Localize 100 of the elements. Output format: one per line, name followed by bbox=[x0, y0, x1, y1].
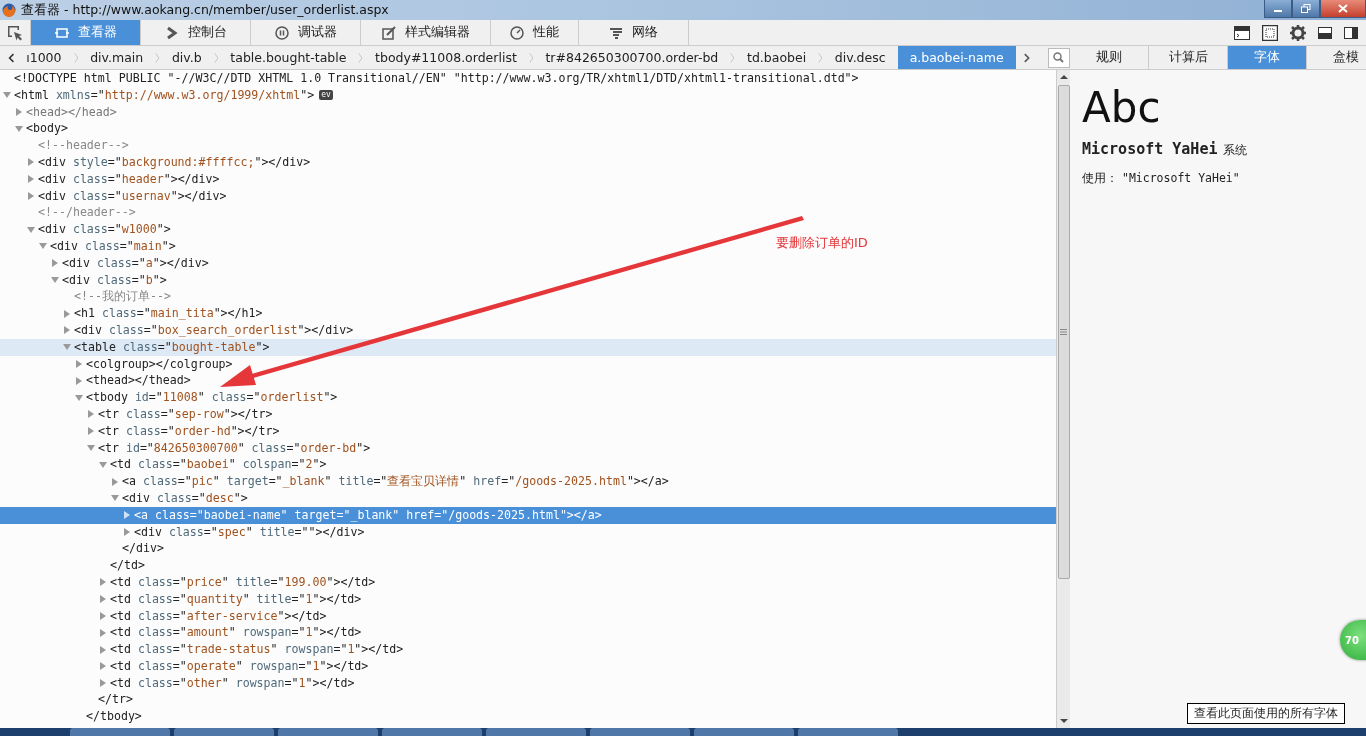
collapsed-arrow-icon[interactable] bbox=[99, 628, 107, 637]
markup-line[interactable]: <thead></thead> bbox=[86, 372, 191, 390]
separator-icon bbox=[818, 50, 823, 65]
collapsed-arrow-icon[interactable] bbox=[27, 175, 35, 184]
breadcrumb-item[interactable]: div.b bbox=[167, 46, 206, 69]
collapsed-arrow-icon[interactable] bbox=[99, 662, 107, 671]
collapsed-arrow-icon[interactable] bbox=[63, 326, 71, 335]
markup-line[interactable]: <html xmlns="http://www.w3.org/1999/xhtml"> bbox=[14, 86, 315, 104]
markup-line[interactable]: <tr class="order-hd"></tr> bbox=[98, 422, 280, 440]
chevron-icon bbox=[164, 25, 179, 40]
markup-line[interactable]: <tr class="sep-row"></tr> bbox=[98, 405, 273, 423]
breadcrumb-item[interactable]: div.desc bbox=[830, 46, 890, 69]
markup-line[interactable]: <table class="bought-table"> bbox=[74, 338, 270, 356]
collapsed-arrow-icon[interactable] bbox=[27, 192, 35, 201]
dock-side-icon[interactable] bbox=[1344, 26, 1358, 39]
markup-line[interactable]: <div class="b"> bbox=[62, 271, 167, 289]
collapsed-arrow-icon[interactable] bbox=[27, 158, 35, 167]
breadcrumb-item[interactable]: div.main bbox=[86, 46, 148, 69]
expanded-arrow-icon[interactable] bbox=[15, 124, 23, 133]
collapsed-arrow-icon[interactable] bbox=[111, 477, 119, 486]
frame-select-icon[interactable] bbox=[1262, 24, 1278, 41]
markup-line[interactable]: </div> bbox=[122, 540, 164, 558]
collapsed-arrow-icon[interactable] bbox=[99, 595, 107, 604]
minimize-button[interactable] bbox=[1264, 0, 1292, 18]
breadcrumb-item[interactable]: tr#842650300700.order-bd bbox=[541, 46, 723, 69]
scrollbar-thumb[interactable] bbox=[1057, 85, 1070, 579]
scroll-left-icon[interactable] bbox=[8, 51, 15, 64]
expanded-arrow-icon[interactable] bbox=[99, 460, 107, 469]
event-badge[interactable]: ev bbox=[319, 90, 333, 101]
collapsed-arrow-icon[interactable] bbox=[99, 578, 107, 587]
breadcrumb-item[interactable]: td.baobei bbox=[743, 46, 811, 69]
markup-line[interactable]: <colgroup></colgroup> bbox=[86, 355, 233, 373]
markup-line[interactable]: <td class="amount" rowspan="1"></td> bbox=[110, 624, 362, 642]
collapsed-arrow-icon[interactable] bbox=[87, 410, 95, 419]
markup-line[interactable]: <td class="price" title="199.00"></td> bbox=[110, 573, 376, 591]
dock-bottom-icon[interactable] bbox=[1318, 26, 1332, 39]
expanded-arrow-icon[interactable] bbox=[87, 444, 95, 453]
collapsed-arrow-icon[interactable] bbox=[63, 309, 71, 318]
markup-line[interactable]: <h1 class="main_tita"></h1> bbox=[74, 305, 263, 322]
markup-line[interactable]: <body> bbox=[26, 120, 68, 138]
markup-line[interactable]: <td class="trade-status" rowspan="1"></td> bbox=[110, 641, 404, 658]
collapsed-arrow-icon[interactable] bbox=[99, 645, 107, 654]
expanded-arrow-icon[interactable] bbox=[3, 91, 11, 100]
markup-line[interactable]: <div class="main"> bbox=[50, 237, 176, 255]
markup-line[interactable]: <div class="w1000"> bbox=[38, 221, 171, 238]
expanded-arrow-icon[interactable] bbox=[39, 242, 47, 251]
markup-line[interactable]: <td class="other" rowspan="1"></td> bbox=[110, 674, 355, 692]
expanded-arrow-icon[interactable] bbox=[27, 225, 35, 234]
markup-line[interactable]: <tbody id="11008" class="orderlist"> bbox=[86, 389, 338, 406]
markup-line[interactable]: <!--header--> bbox=[38, 137, 129, 154]
collapsed-arrow-icon[interactable] bbox=[51, 259, 59, 268]
expanded-arrow-icon[interactable] bbox=[63, 343, 71, 352]
scrollbar[interactable] bbox=[1056, 70, 1070, 728]
markup-line[interactable]: <div class="usernav"></div> bbox=[38, 187, 227, 205]
markup-line[interactable]: <!DOCTYPE html PUBLIC "-//W3C//DTD XHTML 1.0 Transitional//EN" "http://www.w3.org/TR/xhtml1/DTD/xhtml1-transitional.dtd"> bbox=[14, 70, 859, 87]
markup-line[interactable]: <div class="box_search_orderlist"></div> bbox=[74, 321, 354, 339]
console-window-icon[interactable] bbox=[1234, 25, 1250, 40]
collapsed-arrow-icon[interactable] bbox=[123, 511, 131, 520]
expanded-arrow-icon[interactable] bbox=[51, 276, 59, 285]
search-button[interactable] bbox=[1047, 47, 1070, 68]
collapsed-arrow-icon[interactable] bbox=[123, 528, 131, 536]
collapsed-arrow-icon[interactable] bbox=[75, 376, 83, 385]
markup-line[interactable]: <head></head> bbox=[26, 103, 117, 121]
separator-icon bbox=[155, 50, 160, 65]
breadcrumb-item[interactable]: ı1000 bbox=[22, 46, 66, 69]
markup-line[interactable]: <td class="baobei" colspan="2"> bbox=[110, 456, 327, 474]
settings-icon[interactable] bbox=[1290, 24, 1306, 41]
markup-line[interactable]: <div class="spec" title=""></div> bbox=[134, 523, 365, 541]
collapsed-arrow-icon[interactable] bbox=[75, 360, 83, 369]
collapsed-arrow-icon[interactable] bbox=[15, 108, 23, 117]
markup-line[interactable]: <div class="a"></div> bbox=[62, 254, 209, 272]
close-button[interactable] bbox=[1320, 0, 1366, 18]
collapsed-arrow-icon[interactable] bbox=[99, 612, 107, 620]
markup-line[interactable]: <!--我的订单--> bbox=[74, 288, 171, 306]
scroll-down-icon[interactable] bbox=[1059, 719, 1068, 724]
markup-line[interactable]: <div class="desc"> bbox=[122, 489, 248, 507]
scroll-right-icon[interactable] bbox=[1023, 51, 1030, 64]
expanded-arrow-icon[interactable] bbox=[111, 494, 119, 503]
scroll-up-icon[interactable] bbox=[1059, 74, 1068, 79]
markup-line[interactable]: <!--/header--> bbox=[38, 204, 136, 222]
collapsed-arrow-icon[interactable] bbox=[99, 679, 107, 688]
collapsed-arrow-icon[interactable] bbox=[87, 427, 95, 436]
markup-line[interactable]: <tr id="842650300700" class="order-bd"> bbox=[98, 439, 371, 457]
markup-line[interactable]: <div class="header"></div> bbox=[38, 170, 220, 188]
breadcrumb-item[interactable]: table.bought-table bbox=[226, 46, 351, 69]
markup-line[interactable]: <a class="pic" target="_blank" title="查看宝贝详情" href="/goods-2025.html"></a> bbox=[122, 473, 669, 490]
breadcrumb-item[interactable]: tbody#11008.orderlist bbox=[371, 46, 521, 69]
markup-line[interactable]: <td class="operate" rowspan="1"></td> bbox=[110, 657, 369, 675]
close-icon bbox=[1338, 4, 1348, 13]
markup-line[interactable]: <td class="after-service"></td> bbox=[110, 607, 327, 625]
tooltip: 查看此页面使用的所有字体 bbox=[1187, 703, 1345, 724]
markup-line[interactable]: </td> bbox=[110, 557, 145, 574]
markup-line[interactable]: <div style="background:#ffffcc;"></div> bbox=[38, 154, 311, 171]
markup-line[interactable]: <td class="quantity" title="1"></td> bbox=[110, 590, 362, 608]
hovered-row[interactable]: <table class="bought-table"> bbox=[0, 338, 1056, 356]
font-source: 系统 bbox=[1223, 142, 1248, 159]
maximize-button[interactable] bbox=[1292, 0, 1320, 18]
expanded-arrow-icon[interactable] bbox=[75, 393, 83, 402]
markup-line[interactable]: </tbody> bbox=[86, 708, 142, 726]
markup-line[interactable]: </tr> bbox=[98, 691, 133, 709]
